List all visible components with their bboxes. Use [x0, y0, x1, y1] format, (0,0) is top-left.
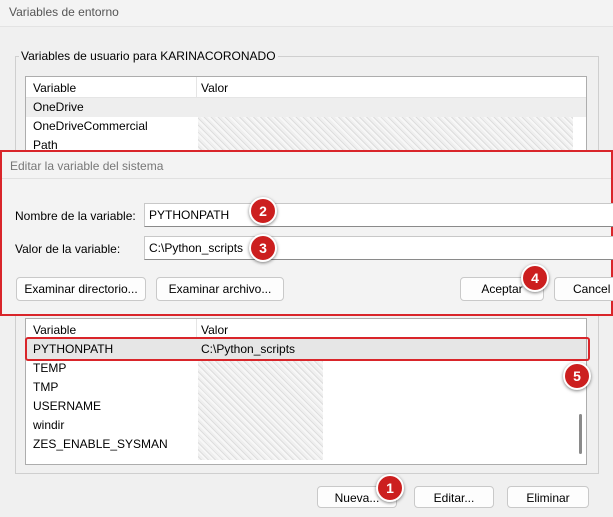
user-variables-label: Variables de usuario para KARINACORONADO — [19, 49, 278, 63]
user-col-variable[interactable]: Variable — [33, 81, 76, 95]
table-row[interactable]: USERNAME — [26, 397, 586, 416]
edit-variable-dialog: Editar la variable del sistema Nombre de… — [0, 150, 613, 316]
list-item[interactable]: OneDriveCommercial — [26, 117, 586, 136]
edit-button[interactable]: Editar... — [414, 486, 494, 508]
user-col-value[interactable]: Valor — [201, 81, 228, 95]
browse-file-button[interactable]: Examinar archivo... — [156, 277, 284, 301]
cancel-button[interactable]: Cancel — [554, 277, 613, 301]
system-col-value[interactable]: Valor — [201, 323, 228, 337]
scrollbar-thumb[interactable] — [579, 414, 582, 454]
dialog-title: Editar la variable del sistema — [10, 159, 164, 173]
table-row[interactable]: TMP — [26, 378, 586, 397]
delete-button[interactable]: Eliminar — [507, 486, 589, 508]
annotation-badge-1: 1 — [376, 474, 404, 502]
list-item[interactable]: OneDrive — [26, 98, 586, 117]
user-variables-list[interactable]: Variable Valor OneDrive OneDriveCommerci… — [25, 76, 587, 158]
system-col-variable[interactable]: Variable — [33, 323, 76, 337]
browse-directory-button[interactable]: Examinar directorio... — [16, 277, 146, 301]
variable-value-label: Valor de la variable: — [15, 242, 121, 256]
annotation-badge-3: 3 — [249, 234, 277, 262]
annotation-badge-4: 4 — [521, 264, 549, 292]
variable-value-field[interactable]: C:\Python_scripts — [144, 236, 613, 260]
table-row[interactable]: windir — [26, 416, 586, 435]
table-row[interactable]: TEMP — [26, 359, 586, 378]
annotation-badge-2: 2 — [249, 197, 277, 225]
selection-highlight — [25, 337, 590, 361]
window-title: Variables de entorno — [9, 5, 119, 19]
window-titlebar: Variables de entorno — [0, 0, 613, 27]
user-list-header: Variable Valor — [26, 77, 586, 98]
table-row[interactable]: ZES_ENABLE_SYSMAN — [26, 435, 586, 454]
annotation-badge-5: 5 — [563, 362, 591, 390]
variable-name-label: Nombre de la variable: — [15, 209, 136, 223]
variable-name-field[interactable]: PYTHONPATH — [144, 203, 613, 227]
